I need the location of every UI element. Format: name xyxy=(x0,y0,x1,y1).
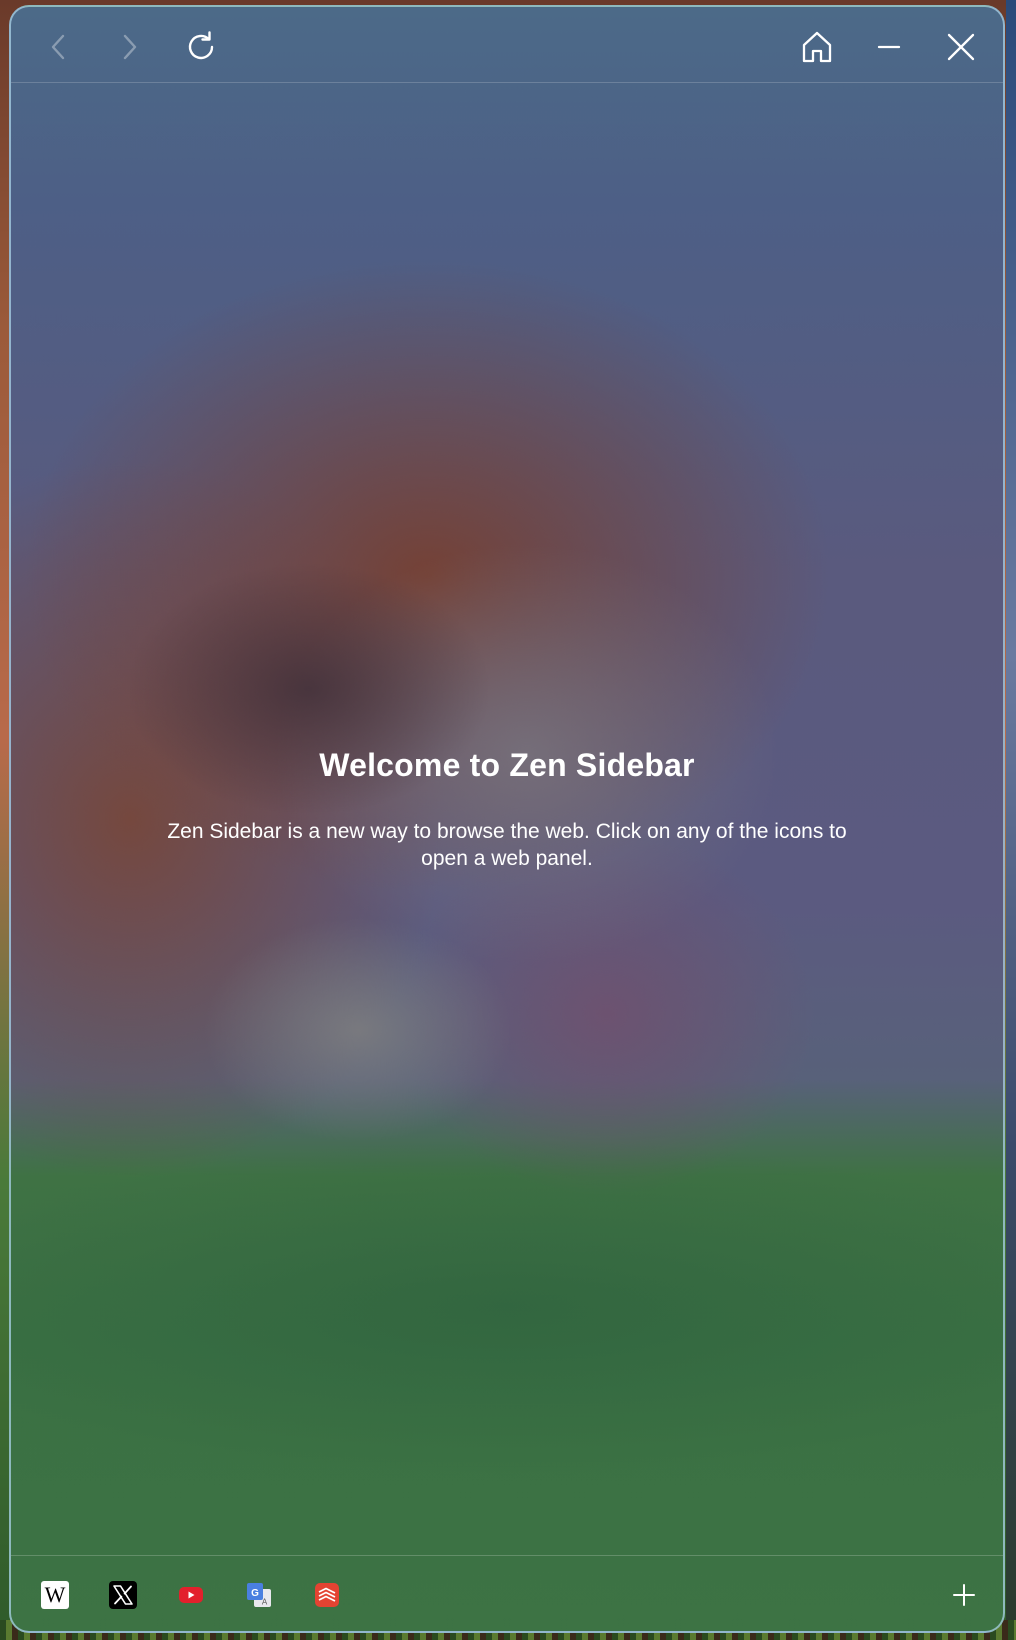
welcome-message: Welcome to Zen Sidebar Zen Sidebar is a … xyxy=(11,747,1003,872)
zen-sidebar-panel: Welcome to Zen Sidebar Zen Sidebar is a … xyxy=(9,5,1005,1633)
reload-button[interactable] xyxy=(181,27,221,67)
wikipedia-glyph: W xyxy=(44,1582,66,1607)
welcome-title: Welcome to Zen Sidebar xyxy=(319,747,695,783)
plus-icon xyxy=(953,1584,975,1606)
forward-button[interactable] xyxy=(109,27,149,67)
chevron-right-icon xyxy=(123,34,137,60)
welcome-description: Zen Sidebar is a new way to browse the w… xyxy=(167,820,847,870)
chevron-left-icon xyxy=(51,34,65,60)
close-button[interactable] xyxy=(941,27,981,67)
close-icon xyxy=(947,33,975,61)
add-web-panel-button[interactable] xyxy=(945,1576,983,1614)
wikipedia-icon[interactable]: W xyxy=(41,1581,69,1609)
todoist-logo xyxy=(315,1583,339,1607)
svg-text:A: A xyxy=(262,1598,268,1607)
x-icon[interactable] xyxy=(109,1581,137,1609)
svg-text:G: G xyxy=(251,1588,259,1599)
panel-toolbar xyxy=(11,7,1003,83)
reload-icon xyxy=(188,31,214,60)
home-icon xyxy=(802,31,832,63)
back-button[interactable] xyxy=(39,27,79,67)
home-button[interactable] xyxy=(797,27,837,67)
web-panels-bar: W G A xyxy=(11,1555,1003,1631)
google-translate-logo: G A xyxy=(247,1583,271,1607)
desktop-edge xyxy=(1006,0,1016,1640)
todoist-icon[interactable] xyxy=(313,1581,341,1609)
youtube-logo xyxy=(179,1587,203,1603)
google-translate-icon[interactable]: G A xyxy=(245,1581,273,1609)
youtube-icon[interactable] xyxy=(177,1581,205,1609)
minimize-icon xyxy=(877,45,901,49)
minimize-button[interactable] xyxy=(869,27,909,67)
x-logo xyxy=(113,1585,133,1605)
